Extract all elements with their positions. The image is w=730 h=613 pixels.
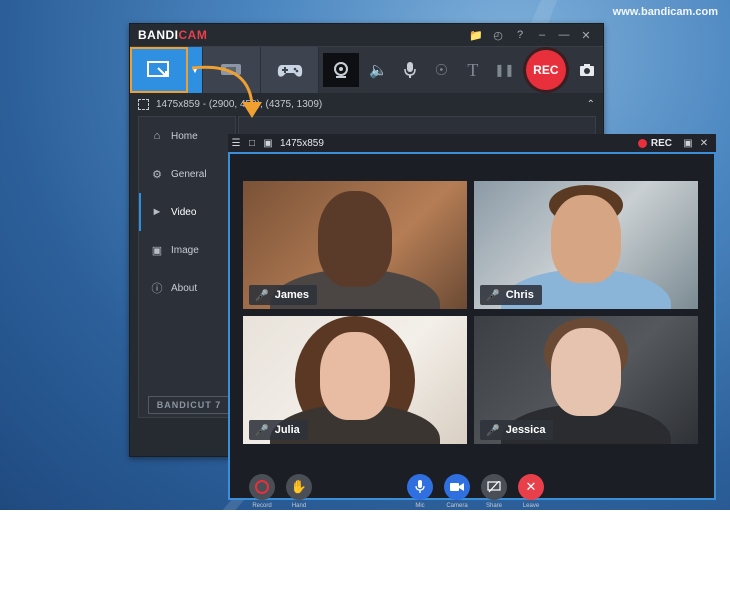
nav-label: Image [171, 244, 199, 256]
close-icon[interactable]: ✕ [696, 138, 712, 149]
chevron-up-icon[interactable]: ⌃ [587, 99, 595, 110]
hand-control[interactable]: ✋ Hand [279, 474, 319, 509]
settings-nav: ⌂ Home ⚙ General ► Video ▣ Image ⓘ About [138, 116, 236, 418]
participant-tag: 🎤 Jessica [480, 420, 554, 440]
video-tile-chris[interactable]: 🎤 Chris [474, 181, 698, 309]
logo-part-b: CAM [178, 28, 208, 42]
share-screen-icon [481, 474, 507, 500]
gamepad-icon [277, 65, 302, 77]
rec-button[interactable]: REC [526, 50, 566, 90]
title-bar: BANDICAM 📁 ◴ ? – — ✕ [130, 24, 603, 46]
participant-tag: 🎤 James [249, 285, 317, 305]
nav-item-about[interactable]: ⓘ About [139, 269, 235, 307]
participant-name: Jessica [505, 424, 546, 436]
participant-face [551, 195, 621, 283]
capture-size-label: 1475x859 [280, 137, 324, 149]
help-icon[interactable]: ? [509, 29, 531, 41]
mic-control[interactable]: Mic [400, 474, 440, 509]
pause-icon[interactable]: ❚❚ [489, 47, 521, 93]
participant-name: Julia [274, 424, 300, 436]
camera-snapshot-icon[interactable]: ▣ [680, 138, 696, 149]
minimize-button[interactable]: – [531, 29, 553, 41]
mic-icon [407, 474, 433, 500]
speaker-icon[interactable]: 🔈 [363, 47, 395, 93]
participant-tag: 🎤 Chris [480, 285, 542, 305]
capture-rec-label: REC [650, 137, 672, 149]
close-button[interactable]: ✕ [575, 29, 597, 42]
control-label: Leave [522, 503, 540, 509]
participant-name: James [274, 289, 309, 301]
close-icon: ✕ [518, 474, 544, 500]
control-label: Camera [446, 503, 468, 509]
image-icon: ▣ [151, 244, 163, 257]
control-label: Hand [291, 503, 307, 509]
participant-name: Chris [505, 289, 534, 301]
nav-item-general[interactable]: ⚙ General [139, 155, 235, 193]
record-icon [249, 474, 275, 500]
participant-face [318, 191, 392, 287]
mic-active-icon: 🎤 [486, 289, 500, 302]
nav-label: About [171, 282, 198, 294]
rectangle-area-icon [146, 61, 169, 77]
capture-window: ☰ □ ▣ 1475x859 REC ▣ ✕ 🎤 James 🎤 Chris 🎤 Ju… [228, 134, 716, 509]
mic-active-icon: 🎤 [255, 289, 269, 302]
webcam-icon [333, 62, 348, 78]
mic-active-icon: 🎤 [255, 424, 269, 437]
logo-part-a: BANDI [138, 28, 179, 42]
bandicut-part-a: BANDI [156, 400, 191, 410]
leave-control[interactable]: ✕ Leave [511, 474, 551, 509]
bandicut-button[interactable]: BANDI CUT 7 [148, 396, 230, 414]
participant-face [320, 332, 390, 420]
screen-rectangle-mode-button[interactable] [130, 47, 189, 93]
participant-tag: 🎤 Julia [249, 420, 308, 440]
capture-window-bar: ☰ □ ▣ 1475x859 REC ▣ ✕ [228, 134, 716, 152]
video-tile-julia[interactable]: 🎤 Julia [243, 316, 467, 444]
gear-icon: ⚙ [152, 168, 162, 181]
watermark: www.bandicam.com [612, 6, 718, 18]
text-overlay-icon[interactable]: T [457, 47, 489, 93]
curved-arrow-icon [191, 65, 262, 118]
video-tile-james[interactable]: 🎤 James [243, 181, 467, 309]
area-checkbox-icon [138, 98, 149, 110]
capture-frame: 🎤 James 🎤 Chris 🎤 Julia 🎤 Jessica Record [228, 152, 716, 509]
record-control[interactable]: Record [242, 474, 282, 509]
app-logo: BANDICAM [138, 28, 207, 42]
mic-active-icon: 🎤 [486, 424, 500, 437]
clock-icon[interactable]: ◴ [487, 29, 509, 42]
fullscreen-icon[interactable]: □ [244, 138, 260, 149]
microphone-icon[interactable] [394, 47, 426, 93]
select-area-icon[interactable]: ▣ [260, 138, 276, 149]
nav-item-image[interactable]: ▣ Image [139, 231, 235, 269]
participant-face [551, 328, 621, 416]
home-icon: ⌂ [153, 130, 161, 142]
info-icon: ⓘ [151, 283, 163, 295]
control-label: Record [252, 503, 272, 509]
camera-snapshot-icon[interactable] [572, 47, 604, 93]
control-label: Mic [415, 503, 425, 509]
camera-control[interactable]: Camera [437, 474, 477, 509]
nav-item-video[interactable]: ► Video [139, 193, 235, 231]
menu-icon[interactable]: ☰ [228, 138, 244, 149]
control-label: Share [485, 503, 502, 509]
nav-label: General [171, 168, 207, 180]
video-icon: ► [151, 206, 163, 218]
video-tile-jessica[interactable]: 🎤 Jessica [474, 316, 698, 444]
nav-label: Video [171, 206, 197, 218]
camera-icon [444, 474, 470, 500]
share-control[interactable]: Share [474, 474, 514, 509]
capture-rec-button[interactable]: REC [637, 137, 672, 149]
mouse-click-icon[interactable]: ☉ [426, 47, 458, 93]
folder-icon[interactable]: 📁 [465, 29, 487, 42]
collapse-button[interactable]: — [553, 29, 575, 41]
webcam-overlay-button[interactable] [323, 53, 359, 87]
hand-icon: ✋ [286, 474, 312, 500]
bandicut-part-b: CUT 7 [190, 400, 222, 410]
